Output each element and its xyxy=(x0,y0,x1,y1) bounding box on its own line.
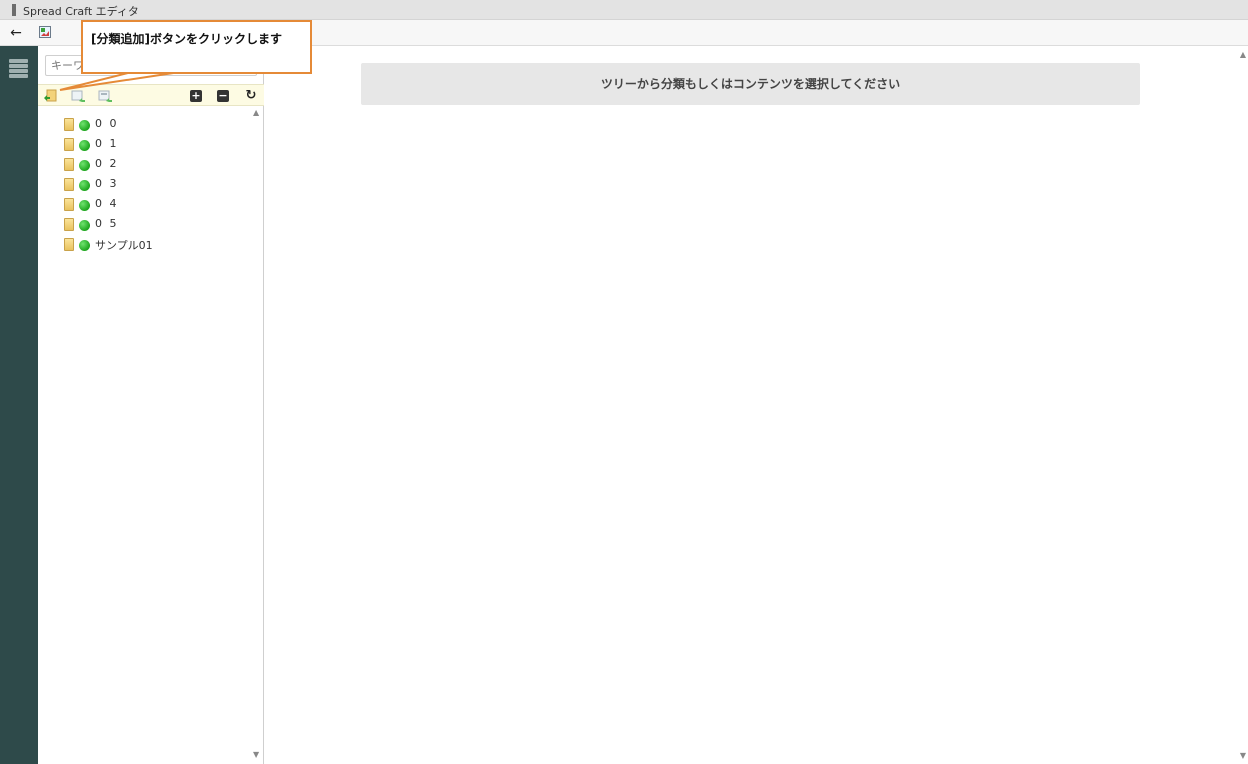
folder-icon xyxy=(64,178,74,191)
status-dot-icon xyxy=(79,200,90,211)
app-icon xyxy=(12,4,16,16)
empty-selection-notice: ツリーから分類もしくはコンテンツを選択してください xyxy=(361,63,1140,105)
image-icon[interactable] xyxy=(39,26,51,38)
status-dot-icon xyxy=(79,240,90,251)
callout-text: [分類追加]ボタンをクリックします xyxy=(91,32,282,46)
tree-node-label: 0 5 xyxy=(95,217,119,230)
folder-icon xyxy=(64,198,74,211)
status-dot-icon xyxy=(79,220,90,231)
title-bar: Spread Craft エディタ xyxy=(0,0,1248,20)
category-tree: 0 0 0 1 0 2 0 3 0 4 0 5 サンプル01 xyxy=(64,114,224,254)
tree-node-label: 0 3 xyxy=(95,177,119,190)
tree-node[interactable]: 0 1 xyxy=(64,134,224,154)
window-title: Spread Craft エディタ xyxy=(23,5,139,18)
tree-node-label: 0 2 xyxy=(95,157,119,170)
tree-node[interactable]: 0 4 xyxy=(64,194,224,214)
folder-icon xyxy=(64,138,74,151)
tree-node[interactable]: 0 3 xyxy=(64,174,224,194)
arrow-left-icon[interactable]: ← xyxy=(7,24,25,42)
side-nav xyxy=(0,46,38,764)
scroll-down-icon[interactable]: ▼ xyxy=(253,751,261,759)
tree-node-label: 0 1 xyxy=(95,137,119,150)
collapse-all-icon[interactable]: − xyxy=(217,90,229,102)
status-dot-icon xyxy=(79,180,90,191)
scroll-up-icon[interactable]: ▲ xyxy=(253,109,261,117)
tree-toolbar: + − ↻ xyxy=(38,84,264,106)
folder-icon xyxy=(64,118,74,131)
folder-icon xyxy=(64,238,74,251)
scroll-up-icon[interactable]: ▲ xyxy=(1240,50,1246,59)
instruction-callout: [分類追加]ボタンをクリックします xyxy=(81,20,312,74)
status-dot-icon xyxy=(79,140,90,151)
tree-node[interactable]: 0 5 xyxy=(64,214,224,234)
tree-node[interactable]: 0 0 xyxy=(64,114,224,134)
status-dot-icon xyxy=(79,160,90,171)
hamburger-menu-icon[interactable] xyxy=(9,59,28,79)
folder-icon xyxy=(64,218,74,231)
scroll-down-icon[interactable]: ▼ xyxy=(1240,751,1246,760)
add-item-icon[interactable] xyxy=(71,89,85,103)
expand-all-icon[interactable]: + xyxy=(190,90,202,102)
refresh-icon[interactable]: ↻ xyxy=(244,89,258,103)
add-subitem-icon[interactable] xyxy=(98,89,112,103)
tree-panel: + − ↻ ▲ 0 0 0 1 0 2 0 3 0 4 xyxy=(38,46,264,764)
content-area: ツリーから分類もしくはコンテンツを選択してください ▲ ▼ xyxy=(265,46,1248,764)
tree-node[interactable]: サンプル01 xyxy=(64,234,224,254)
tree-node[interactable]: 0 2 xyxy=(64,154,224,174)
add-category-icon[interactable] xyxy=(44,89,58,103)
tree-node-label: 0 4 xyxy=(95,197,119,210)
status-dot-icon xyxy=(79,120,90,131)
folder-icon xyxy=(64,158,74,171)
tree-node-label: サンプル01 xyxy=(95,239,153,252)
tree-node-label: 0 0 xyxy=(95,117,119,130)
